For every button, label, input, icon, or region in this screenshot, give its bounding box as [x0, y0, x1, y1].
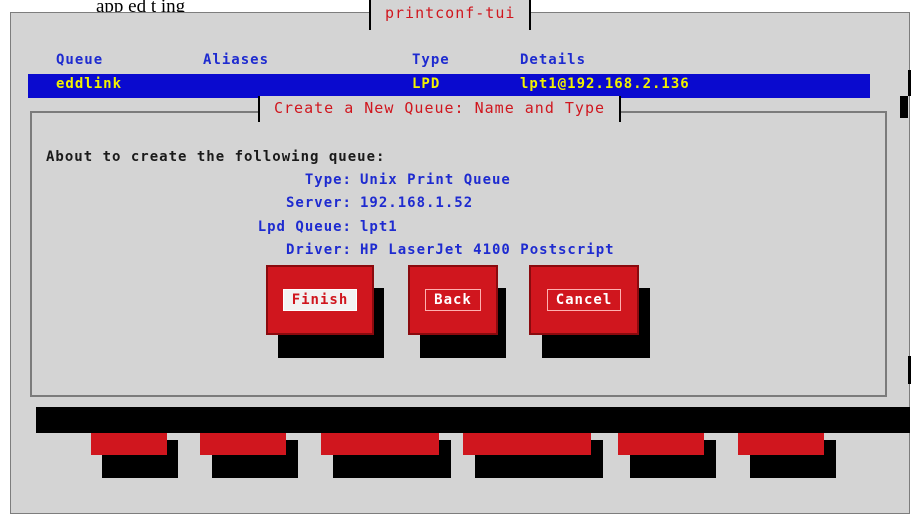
column-header-details[interactable]: Details: [520, 52, 586, 68]
column-header-queue[interactable]: Queue: [56, 52, 103, 68]
back-button-label: Back: [425, 289, 481, 311]
field-label-lpd-queue: Lpd Queue:: [257, 219, 352, 235]
queue-row-selected[interactable]: eddlink LPD lpt1@192.168.2.136: [28, 74, 870, 98]
field-value-server: 192.168.1.52: [360, 195, 474, 211]
dialog-shadow-bar: [36, 407, 910, 433]
queue-type-cell: LPD: [412, 76, 441, 92]
column-header-type[interactable]: Type: [412, 52, 450, 68]
bottom-button-5[interactable]: [618, 433, 704, 455]
bottom-button-2[interactable]: [200, 433, 286, 455]
dialog-intro-text: About to create the following queue:: [46, 149, 386, 165]
bottom-button-4[interactable]: [463, 433, 591, 455]
bottom-button-1[interactable]: [91, 433, 167, 455]
scrollbar-track-top[interactable]: [908, 70, 911, 96]
field-label-driver: Driver:: [285, 242, 352, 258]
queue-details-cell: lpt1@192.168.2.136: [520, 76, 690, 92]
back-button[interactable]: Back: [408, 265, 498, 335]
dialog-title: Create a New Queue: Name and Type: [258, 96, 622, 122]
field-value-type: Unix Print Queue: [360, 172, 511, 188]
scrollbar-thumb[interactable]: [900, 96, 908, 118]
bottom-button-3[interactable]: [321, 433, 439, 455]
finish-button[interactable]: Finish: [266, 265, 374, 335]
cancel-button-label: Cancel: [546, 289, 622, 311]
cancel-button[interactable]: Cancel: [529, 265, 639, 335]
queue-name-cell: eddlink: [56, 76, 123, 92]
field-value-lpd-queue: lpt1: [360, 219, 398, 235]
column-header-aliases[interactable]: Aliases: [203, 52, 269, 68]
finish-button-label: Finish: [282, 289, 358, 311]
field-label-server: Server:: [285, 195, 352, 211]
field-value-driver: HP LaserJet 4100 Postscript: [360, 242, 615, 258]
field-label-type: Type:: [304, 172, 352, 188]
bottom-button-6[interactable]: [738, 433, 824, 455]
window-title: printconf-tui: [369, 0, 532, 30]
scrollbar-track-bottom[interactable]: [908, 356, 911, 384]
